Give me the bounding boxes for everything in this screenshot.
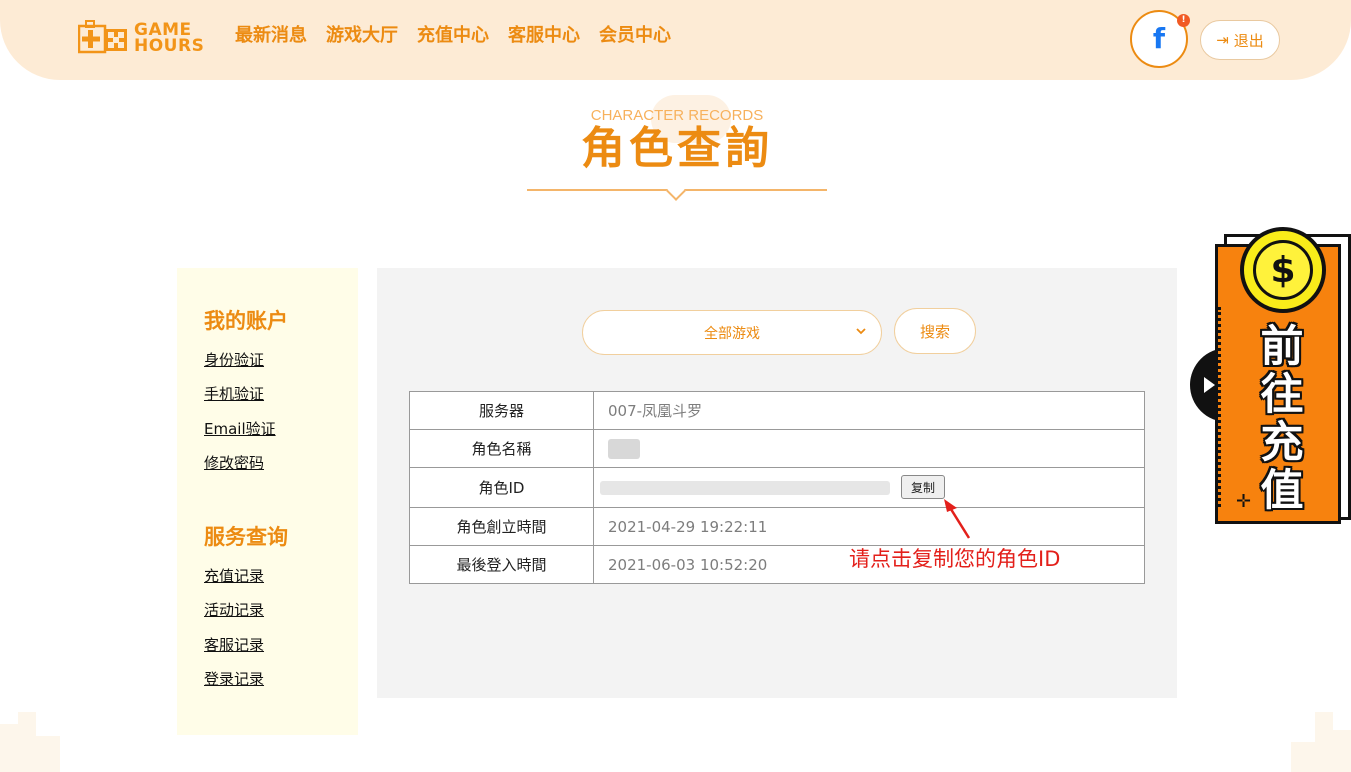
notification-badge: ! xyxy=(1177,14,1190,27)
redacted-name xyxy=(608,438,640,459)
character-name-label: 角色名稱 xyxy=(409,429,594,468)
gamepad-logo-icon xyxy=(78,20,127,54)
character-name-value xyxy=(593,429,1145,468)
service-heading: 服务查询 xyxy=(204,525,288,549)
sidebar-item-activity-records[interactable]: 活动记录 xyxy=(204,600,264,620)
nav-member-center[interactable]: 会员中心 xyxy=(599,24,671,48)
nav-latest-news[interactable]: 最新消息 xyxy=(235,24,307,48)
title-divider-arrow xyxy=(666,181,686,201)
created-time-label: 角色創立時間 xyxy=(409,507,594,546)
sidebar-item-login-records[interactable]: 登录记录 xyxy=(204,669,264,689)
sidebar-item-email[interactable]: Email验证 xyxy=(204,419,276,439)
game-select[interactable]: 全部游戏 xyxy=(582,310,882,355)
game-select-value: 全部游戏 xyxy=(704,325,760,342)
sidebar-item-phone[interactable]: 手机验证 xyxy=(204,384,264,404)
character-id-label: 角色ID xyxy=(409,467,594,508)
page-title-block: CHARACTER RECORDS 角色查詢 xyxy=(527,95,827,205)
logout-button[interactable]: ⇥ 退出 xyxy=(1200,20,1280,60)
widget-label-char: 前 xyxy=(1260,322,1304,372)
widget-label-char: 值 xyxy=(1260,466,1304,516)
nav-customer-service[interactable]: 客服中心 xyxy=(508,24,580,48)
main-nav: 最新消息 游戏大厅 充值中心 客服中心 会员中心 xyxy=(235,24,671,48)
corner-decoration-right xyxy=(1291,712,1351,772)
created-time-value: 2021-04-29 19:22:11 xyxy=(593,507,1145,546)
logout-icon: ⇥ xyxy=(1216,31,1229,49)
sidebar-item-service-records[interactable]: 客服记录 xyxy=(204,635,264,655)
sidebar-item-identity[interactable]: 身份验证 xyxy=(204,350,264,370)
account-sidebar: 我的账户 身份验证 手机验证 Email验证 修改密码 服务查询 充值记录 活动… xyxy=(177,268,358,735)
dollar-coin-icon: $ xyxy=(1240,227,1326,313)
redacted-id xyxy=(600,481,890,495)
character-panel: 全部游戏 搜索 服务器 007-凤凰斗罗 角色名稱 角色ID 复制 角色創立時間… xyxy=(377,268,1177,698)
copy-hint-annotation: 请点击复制您的角色ID xyxy=(849,547,1061,571)
character-id-value: 复制 xyxy=(593,467,1145,508)
server-value: 007-凤凰斗罗 xyxy=(593,391,1145,430)
annotation-arrow-icon xyxy=(944,499,971,539)
widget-label-char: 充 xyxy=(1260,418,1304,468)
logout-label: 退出 xyxy=(1233,31,1264,50)
table-row: 角色名稱 xyxy=(409,429,1145,468)
last-login-label: 最後登入時間 xyxy=(409,545,594,584)
sparkle-icon: ✛ xyxy=(1236,491,1252,512)
account-heading: 我的账户 xyxy=(204,309,288,333)
chevron-down-icon xyxy=(856,328,866,335)
corner-decoration-left xyxy=(0,712,60,772)
gamehours-logo[interactable]: GAME HOURS xyxy=(78,20,210,56)
page-title: 角色查詢 xyxy=(581,123,773,174)
table-row: 角色創立時間 2021-04-29 19:22:11 xyxy=(409,507,1145,546)
widget-front-card: $ 前 往 充 值 ✛ xyxy=(1215,227,1341,524)
table-row: 角色ID 复制 xyxy=(409,467,1145,508)
server-label: 服务器 xyxy=(409,391,594,430)
widget-dotted-edge xyxy=(1218,307,1224,507)
top-header: GAME HOURS 最新消息 游戏大厅 充值中心 客服中心 会员中心 f ! … xyxy=(0,0,1351,80)
facebook-button[interactable]: f ! xyxy=(1130,10,1190,68)
sidebar-item-recharge-records[interactable]: 充值记录 xyxy=(204,566,264,586)
sidebar-item-password[interactable]: 修改密码 xyxy=(204,453,264,473)
recharge-widget[interactable]: $ 前 往 充 值 ✛ xyxy=(1214,227,1351,524)
nav-game-hall[interactable]: 游戏大厅 xyxy=(326,24,398,48)
dollar-sign: $ xyxy=(1253,240,1313,300)
widget-label-char: 往 xyxy=(1260,370,1304,420)
nav-recharge-center[interactable]: 充值中心 xyxy=(417,24,489,48)
table-row: 服务器 007-凤凰斗罗 xyxy=(409,391,1145,430)
facebook-icon: f xyxy=(1152,22,1166,55)
search-button[interactable]: 搜索 xyxy=(894,308,976,354)
widget-label: 前 往 充 值 xyxy=(1254,323,1310,515)
logo-line-2: HOURS xyxy=(134,36,205,56)
logo-wordmark: GAME HOURS xyxy=(134,22,205,56)
